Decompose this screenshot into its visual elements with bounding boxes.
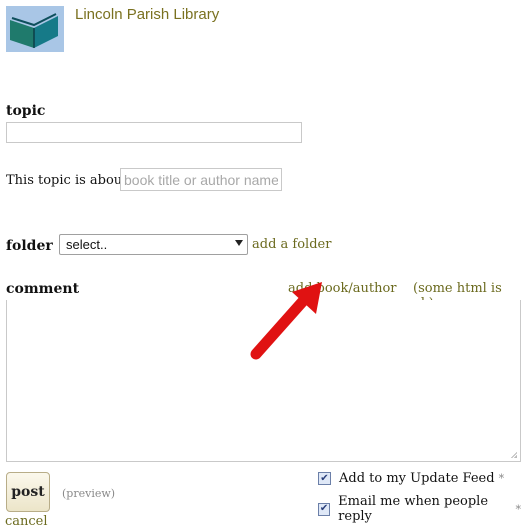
- book-icon: [10, 13, 58, 48]
- folder-label: folder: [6, 238, 53, 254]
- add-folder-link[interactable]: add a folder: [252, 237, 331, 252]
- topic-about-label: This topic is about: [6, 173, 128, 188]
- update-feed-option[interactable]: ✔ Add to my Update Feed *: [318, 471, 504, 486]
- topic-input[interactable]: [6, 122, 302, 143]
- email-reply-checkbox[interactable]: ✔: [318, 502, 331, 516]
- library-logo: [6, 6, 64, 52]
- folder-select-value: select..: [66, 237, 108, 252]
- update-feed-asterisk: *: [498, 472, 505, 485]
- email-reply-label: Email me when people reply: [338, 494, 489, 524]
- preview-link[interactable]: (preview): [62, 487, 115, 500]
- folder-select[interactable]: select..: [59, 234, 248, 255]
- update-feed-label: Add to my Update Feed: [339, 471, 495, 486]
- red-arrow-annotation: [250, 282, 322, 360]
- library-name[interactable]: Lincoln Parish Library: [75, 6, 219, 23]
- email-reply-option[interactable]: ✔ Email me when people reply *: [318, 494, 521, 524]
- chevron-down-icon: [235, 240, 243, 246]
- update-feed-checkbox[interactable]: ✔: [318, 472, 331, 485]
- book-author-search-input[interactable]: [120, 168, 282, 191]
- topic-label: topic: [6, 103, 46, 119]
- cancel-link[interactable]: cancel: [5, 514, 48, 529]
- comment-label: comment: [6, 281, 80, 297]
- resize-grip-icon[interactable]: [511, 452, 517, 458]
- post-button[interactable]: post: [6, 472, 50, 512]
- email-reply-asterisk: *: [515, 502, 521, 516]
